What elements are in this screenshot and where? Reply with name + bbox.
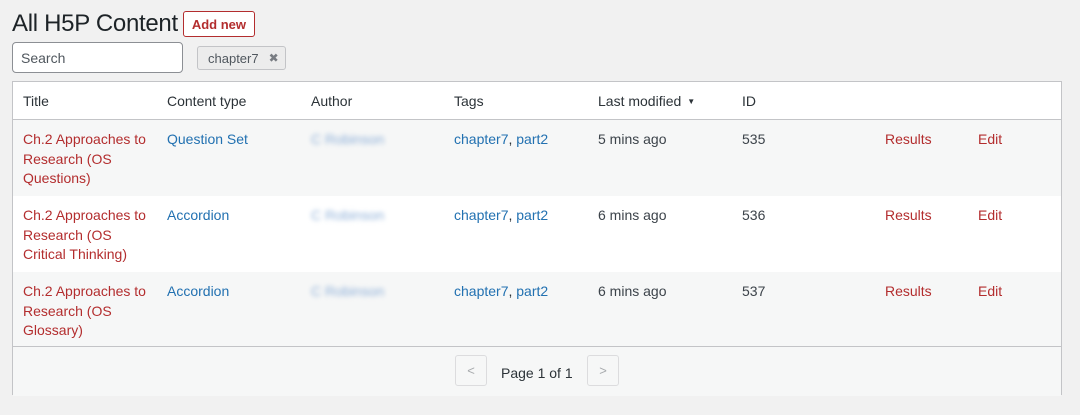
- remove-tag-icon[interactable]: ✖: [269, 51, 279, 65]
- tag-link[interactable]: part2: [516, 131, 548, 147]
- tag-filter-label: chapter7: [208, 50, 259, 66]
- pagination: < Page 1 of 1 >: [13, 346, 1061, 396]
- search-input[interactable]: [12, 42, 183, 73]
- page-title: All H5P Content: [12, 10, 178, 37]
- content-type-link[interactable]: Question Set: [167, 130, 248, 150]
- content-table: Title Content type Author Tags Last modi…: [12, 81, 1062, 396]
- tags-cell: chapter7, part2: [454, 207, 549, 223]
- results-link[interactable]: Results: [885, 130, 932, 150]
- tag-link[interactable]: chapter7: [454, 283, 508, 299]
- column-header-author[interactable]: Author: [311, 93, 352, 109]
- content-title-link[interactable]: Ch.2 Approaches to Research (OS Glossary…: [23, 282, 153, 341]
- content-id: 535: [742, 131, 766, 147]
- table-row: Ch.2 Approaches to Research (OS Question…: [13, 120, 1061, 196]
- tag-link[interactable]: chapter7: [454, 131, 508, 147]
- content-type-link[interactable]: Accordion: [167, 206, 229, 226]
- tag-link[interactable]: chapter7: [454, 207, 508, 223]
- page-indicator: Page 1 of 1: [501, 365, 573, 381]
- content-title-link[interactable]: Ch.2 Approaches to Research (OS Critical…: [23, 206, 153, 265]
- results-link[interactable]: Results: [885, 282, 932, 302]
- table-header: Title Content type Author Tags Last modi…: [13, 82, 1061, 120]
- column-header-id[interactable]: ID: [742, 93, 756, 109]
- table-row: Ch.2 Approaches to Research (OS Critical…: [13, 196, 1061, 272]
- last-modified: 5 mins ago: [598, 131, 667, 147]
- tags-cell: chapter7, part2: [454, 131, 549, 147]
- tag-link[interactable]: part2: [516, 207, 548, 223]
- column-header-content-type[interactable]: Content type: [167, 93, 246, 109]
- author-name[interactable]: C Robinson: [311, 282, 384, 302]
- table-row: Ch.2 Approaches to Research (OS Glossary…: [13, 272, 1061, 348]
- next-page-button[interactable]: >: [587, 355, 619, 386]
- last-modified: 6 mins ago: [598, 283, 667, 299]
- content-id: 537: [742, 283, 766, 299]
- content-id: 536: [742, 207, 766, 223]
- author-name[interactable]: C Robinson: [311, 130, 384, 150]
- edit-link[interactable]: Edit: [978, 130, 1002, 150]
- column-header-last-modified[interactable]: Last modified ▼: [598, 93, 695, 109]
- author-name[interactable]: C Robinson: [311, 206, 384, 226]
- edit-link[interactable]: Edit: [978, 282, 1002, 302]
- content-type-link[interactable]: Accordion: [167, 282, 229, 302]
- add-new-button[interactable]: Add new: [182, 11, 255, 37]
- edit-link[interactable]: Edit: [978, 206, 1002, 226]
- tags-cell: chapter7, part2: [454, 283, 549, 299]
- sort-desc-icon: ▼: [687, 97, 696, 106]
- column-header-title[interactable]: Title: [23, 93, 49, 109]
- last-modified: 6 mins ago: [598, 207, 667, 223]
- tag-link[interactable]: part2: [516, 283, 548, 299]
- column-header-tags[interactable]: Tags: [454, 93, 484, 109]
- page-header: All H5P Content Add new: [12, 10, 255, 38]
- tag-filter-chip: chapter7 ✖: [197, 46, 286, 70]
- results-link[interactable]: Results: [885, 206, 932, 226]
- prev-page-button[interactable]: <: [455, 355, 487, 386]
- content-title-link[interactable]: Ch.2 Approaches to Research (OS Question…: [23, 130, 153, 189]
- column-header-last-modified-label: Last modified: [598, 93, 682, 109]
